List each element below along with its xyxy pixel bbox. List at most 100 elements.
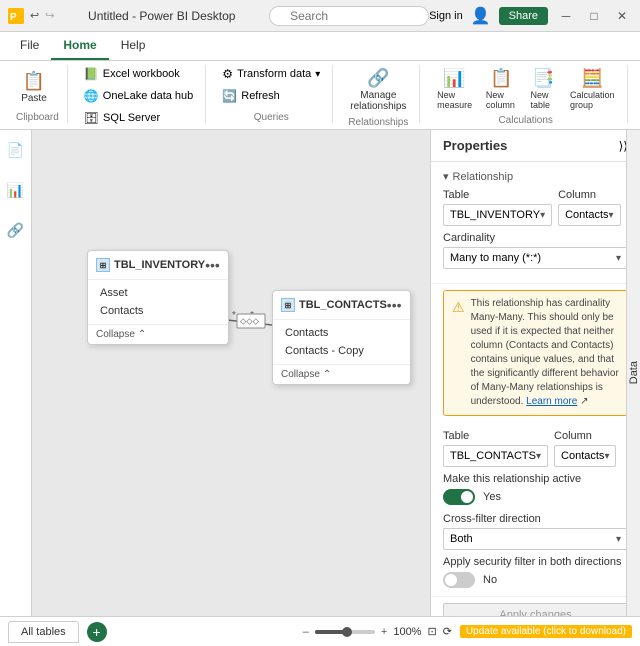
ribbon-group-data: 📗 Excel workbook 🌐 OneLake data hub 🗄 SQ… [72,65,206,123]
data-view-icon[interactable]: 📊 [4,178,28,202]
contacts-menu-button[interactable]: ••• [387,297,402,313]
main-area: 📄 📊 🔗 * * ⬦⬦⬦ ⊞ TBL_INVENTORY ••• [0,130,640,616]
share-button[interactable]: Share [499,7,548,25]
title-bar: P ↩ ↪ Untitled - Power BI Desktop Sign i… [0,0,640,32]
chevron-down-icon-6: ▾ [616,534,621,545]
ribbon-group-clipboard: 📋 Paste Clipboard [8,65,68,123]
excel-workbook-button[interactable]: 📗 Excel workbook [80,65,184,83]
table-dropdown-1[interactable]: TBL_INVENTORY ▾ [443,204,552,226]
inventory-card-footer: Collapse ⌃ [88,324,228,344]
zoom-slider[interactable] [315,630,375,634]
learn-more-link[interactable]: Learn more [526,396,577,407]
tab-home[interactable]: Home [51,32,108,60]
contacts-field-contacts[interactable]: Contacts [273,324,410,342]
maximize-button[interactable]: □ [584,6,604,26]
fit-to-view-icon[interactable]: ⊡ [427,625,436,638]
all-tables-tab[interactable]: All tables [8,621,79,643]
active-toggle-label: Yes [483,491,501,503]
prop-row-1: Table TBL_INVENTORY ▾ Column Contacts ▾ [443,189,628,232]
new-column-button[interactable]: 📋 New column [481,65,522,113]
table-label-2: Table [443,430,548,442]
collapse-chevron-icon: ⌃ [138,329,146,340]
model-view-icon[interactable]: 🔗 [4,218,28,242]
ribbon-tabs: File Home Help [0,32,640,61]
status-bar-right: Update available (click to download) [460,625,632,638]
contacts-table-icon: ⊞ [281,298,295,312]
calculation-group-button[interactable]: 🧮 Calculation group [566,65,619,113]
svg-text:*: * [250,310,254,321]
inventory-field-asset[interactable]: Asset [88,284,228,302]
paste-button[interactable]: 📋 Paste [16,68,52,107]
ribbon-group-queries: ⚙ Transform data ▾ 🔄 Refresh Queries [210,65,333,123]
title-controls: Sign in 👤 Share ─ □ ✕ [429,6,632,26]
bottom-bar: All tables + – + 100% ⊡ ⟳ Update availab… [0,616,640,646]
table-dropdown-2[interactable]: TBL_CONTACTS ▾ [443,445,548,467]
canvas-area[interactable]: * * ⬦⬦⬦ ⊞ TBL_INVENTORY ••• Asset Contac… [32,130,430,616]
active-toggle[interactable] [443,489,475,505]
chevron-down-icon-4: ▾ [536,451,541,462]
onelake-hub-button[interactable]: 🌐 OneLake data hub [80,87,197,105]
update-badge[interactable]: Update available (click to download) [460,625,632,638]
inventory-menu-button[interactable]: ••• [205,257,220,273]
contacts-collapse-chevron-icon: ⌃ [323,369,331,380]
app-icon: P [8,8,24,24]
ribbon-group-relationships: 🔗 Manage relationships Relationships [337,65,420,123]
zoom-out-button[interactable]: – [303,626,309,638]
cross-filter-dropdown[interactable]: Both ▾ [443,528,628,550]
relationships-label: Relationships [348,115,408,128]
close-button[interactable]: ✕ [612,6,632,26]
external-link-icon: ↗ [580,396,588,407]
undo-btn[interactable]: ↩ [30,9,39,22]
manage-relationships-button[interactable]: 🔗 Manage relationships [345,65,411,115]
contacts-card-title: ⊞ TBL_CONTACTS [281,298,387,312]
inventory-field-contacts[interactable]: Contacts [88,302,228,320]
column-dropdown-2[interactable]: Contacts ▾ [554,445,616,467]
chevron-down-icon: ▾ [443,170,449,183]
reset-view-icon[interactable]: ⟳ [443,625,452,638]
security-toggle[interactable] [443,572,475,588]
onelake-icon: 🌐 [84,89,99,103]
tab-file[interactable]: File [8,32,51,60]
cross-filter-label: Cross-filter direction [443,513,628,525]
cardinality-dropdown[interactable]: Many to many (*:*) ▾ [443,247,628,269]
cardinality-label: Cardinality [443,232,628,244]
inventory-collapse-button[interactable]: Collapse ⌃ [96,329,220,340]
apply-changes-button: Apply changes [443,603,628,616]
sign-in-label[interactable]: Sign in [429,10,463,22]
window-title: Untitled - Power BI Desktop [54,9,269,23]
contacts-collapse-button[interactable]: Collapse ⌃ [281,369,402,380]
contacts-field-copy[interactable]: Contacts - Copy [273,342,410,360]
contacts-card-footer: Collapse ⌃ [273,364,410,384]
minimize-button[interactable]: ─ [556,6,576,26]
chevron-down-icon-5: ▾ [604,451,609,462]
add-tab-button[interactable]: + [87,622,107,642]
zoom-in-button[interactable]: + [381,626,387,638]
chevron-down-icon-3: ▾ [616,253,621,264]
transform-data-button[interactable]: ⚙ Transform data ▾ [218,65,324,83]
properties-title: Properties [443,138,507,153]
report-view-icon[interactable]: 📄 [4,138,28,162]
new-measure-button[interactable]: 📊 New measure [432,65,476,113]
contacts-table-card: ⊞ TBL_CONTACTS ••• Contacts Contacts - C… [272,290,411,385]
column-dropdown-1[interactable]: Contacts ▾ [558,204,620,226]
sql-icon: 🗄 [84,111,99,125]
tab-help[interactable]: Help [109,32,158,60]
chevron-down-icon: ▾ [540,210,545,221]
column-label-2: Column [554,430,616,442]
toggle-thumb [461,491,473,503]
svg-text:P: P [10,12,17,23]
zoom-controls: – + 100% ⊡ ⟳ [303,625,452,638]
redo-btn[interactable]: ↪ [45,9,54,22]
zoom-slider-thumb [342,627,352,637]
inventory-table-icon: ⊞ [96,258,110,272]
refresh-button[interactable]: 🔄 Refresh [218,87,283,105]
sql-server-button[interactable]: 🗄 SQL Server [80,109,164,127]
transform-icon: ⚙ [222,67,233,81]
data-side-tab[interactable]: Data [626,130,640,616]
new-table-button[interactable]: 📑 New table [526,65,562,113]
search-input[interactable] [269,6,429,26]
contacts-card-body: Contacts Contacts - Copy [273,320,410,364]
active-toggle-row: Yes [443,489,628,505]
relationship-section-title: ▾ Relationship [443,170,628,183]
contacts-card-header: ⊞ TBL_CONTACTS ••• [273,291,410,320]
